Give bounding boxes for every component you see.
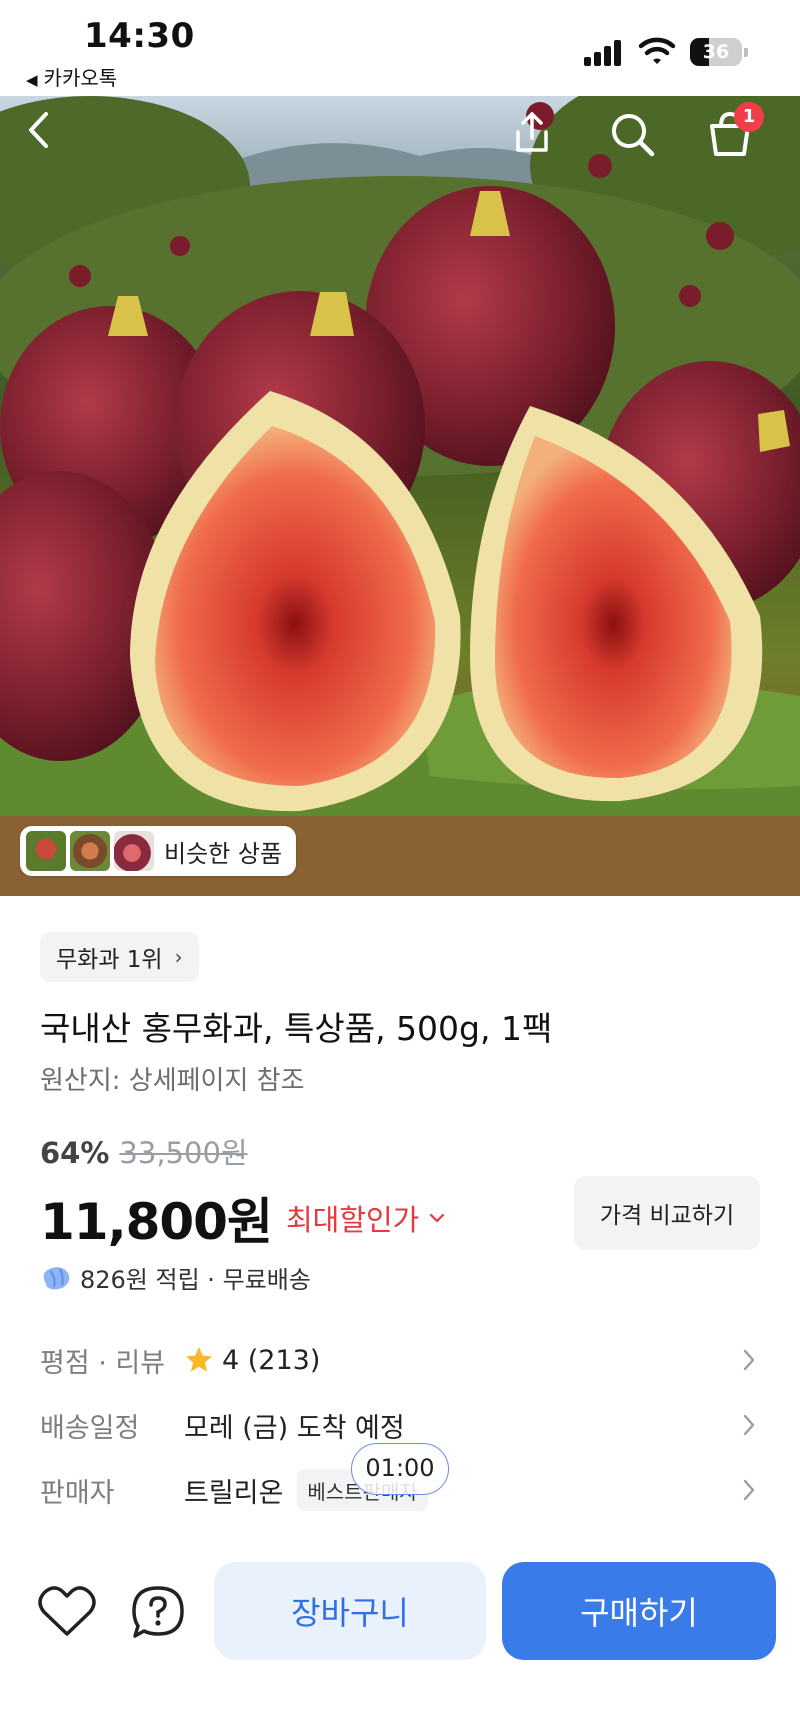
battery-level: 36 <box>702 41 730 63</box>
help-icon[interactable] <box>130 1584 186 1640</box>
back-to-app-link[interactable]: ◀ 카카오톡 <box>26 62 117 91</box>
product-image[interactable]: 1 비슷한 상품 <box>0 96 800 896</box>
product-title: 국내산 홍무화과, 특상품, 500g, 1팩 <box>40 1009 553 1048</box>
discount-percent: 64% <box>40 1136 110 1170</box>
chevron-right-icon <box>743 1479 755 1501</box>
similar-thumb <box>70 831 110 871</box>
wifi-icon <box>638 37 676 64</box>
status-bar: 14:30 ◀ 카카오톡 36 <box>0 0 800 96</box>
points-gem-icon <box>43 1266 70 1289</box>
chevron-down-icon[interactable] <box>429 1210 445 1226</box>
rank-chip-label: 무화과 1위 <box>56 947 163 973</box>
max-discount-toggle[interactable]: 최대할인가 <box>286 1197 419 1239</box>
heart-icon[interactable] <box>38 1584 96 1638</box>
fig-photo <box>0 96 800 896</box>
add-to-cart-button[interactable]: 장바구니 <box>214 1562 486 1660</box>
buy-now-button[interactable]: 구매하기 <box>502 1562 776 1660</box>
star-icon <box>186 1347 212 1372</box>
product-origin: 원산지: 상세페이지 참조 <box>40 1066 305 1096</box>
chevron-right-icon <box>743 1414 755 1436</box>
sale-price: 11,800원 <box>40 1193 273 1251</box>
category-rank-chip[interactable]: 무화과 1위 › <box>40 932 199 982</box>
delivery-label: 배송일정 <box>40 1412 140 1444</box>
cart-count-badge: 1 <box>734 102 764 132</box>
signal-icon <box>584 40 624 66</box>
share-button[interactable] <box>510 110 566 166</box>
back-triangle-icon: ◀ <box>26 71 38 89</box>
chevron-right-icon: › <box>174 945 183 969</box>
back-button[interactable] <box>24 110 80 166</box>
back-icon <box>29 112 48 148</box>
seller-label: 판매자 <box>40 1477 115 1509</box>
timer-bubble[interactable]: 01:00 <box>351 1443 449 1495</box>
share-icon <box>516 112 548 152</box>
status-time: 14:30 <box>84 16 195 56</box>
cart-button[interactable]: 1 <box>706 102 764 166</box>
battery-icon: 36 <box>690 38 748 66</box>
rating-review-row[interactable]: 평점 · 리뷰 4 (213) <box>40 1335 760 1385</box>
delivery-value: 모레 (금) 도착 예정 <box>184 1412 405 1444</box>
rating-label: 평점 · 리뷰 <box>40 1347 166 1379</box>
search-icon <box>612 114 655 157</box>
discount-row: 64% 33,500원 <box>40 1130 248 1172</box>
seller-name: 트릴리온 <box>184 1477 284 1509</box>
price-compare-button[interactable]: 가격 비교하기 <box>574 1176 760 1250</box>
points-text: 826원 적립 · 무료배송 <box>80 1266 311 1294</box>
similar-thumb <box>26 831 66 871</box>
points-shipping-info: 826원 적립 · 무료배송 <box>40 1260 311 1295</box>
rating-value-wrap: 4 (213) <box>184 1345 320 1376</box>
similar-products-button[interactable]: 비슷한 상품 <box>20 826 297 876</box>
back-app-label: 카카오톡 <box>43 66 118 90</box>
search-button[interactable] <box>608 110 664 166</box>
price-row: 11,800원 최대할인가 <box>40 1182 445 1254</box>
chevron-right-icon <box>743 1349 755 1371</box>
original-price: 33,500원 <box>119 1136 248 1170</box>
rating-value: 4 (213) <box>222 1344 321 1376</box>
similar-thumb <box>114 831 154 871</box>
similar-products-label: 비슷한 상품 <box>164 839 283 868</box>
